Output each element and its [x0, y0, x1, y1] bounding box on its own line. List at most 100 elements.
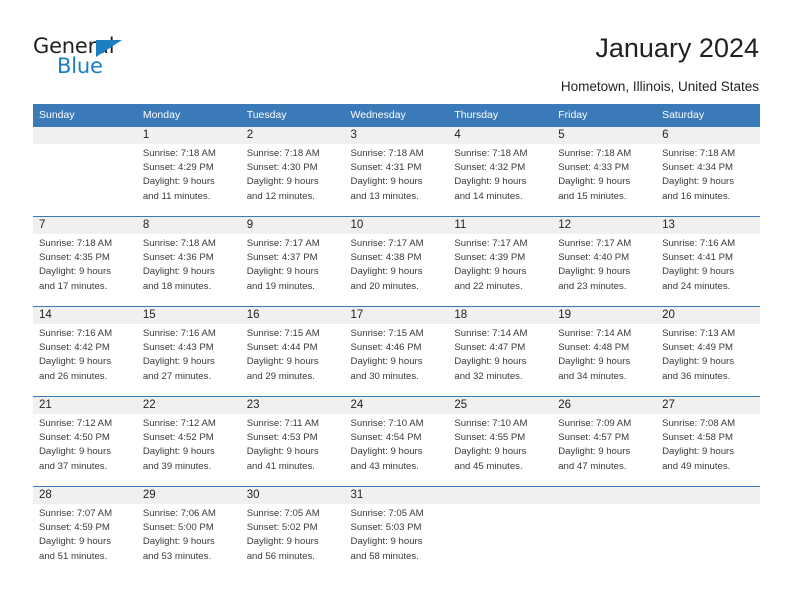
daylight-text-line2: and 26 minutes. — [39, 370, 108, 382]
daylight-text-line2: and 32 minutes. — [454, 370, 523, 382]
daylight-text-line2: and 15 minutes. — [558, 190, 627, 202]
day-number: 27 — [656, 397, 760, 414]
day-cell[interactable]: 5 Sunrise: 7:18 AM Sunset: 4:33 PM Dayli… — [552, 127, 657, 217]
sunrise-text: Sunrise: 7:05 AM — [350, 508, 424, 519]
daylight-text-line2: and 51 minutes. — [39, 550, 108, 562]
day-cell[interactable]: 23 Sunrise: 7:11 AM Sunset: 4:53 PM Dayl… — [240, 396, 345, 487]
calendar-page: General Blue January 2024 Hometown, Illi… — [0, 0, 792, 612]
day-cell[interactable]: 7 Sunrise: 7:18 AM Sunset: 4:35 PM Dayli… — [33, 216, 137, 307]
weekday-header-saturday: Saturday — [656, 104, 760, 127]
sunset-text: Sunset: 5:03 PM — [350, 522, 422, 534]
day-cell[interactable]: 21 Sunrise: 7:12 AM Sunset: 4:50 PM Dayl… — [33, 396, 137, 487]
day-cell[interactable]: 25 Sunrise: 7:10 AM Sunset: 4:55 PM Dayl… — [448, 396, 553, 487]
sunrise-text: Sunrise: 7:18 AM — [558, 148, 632, 159]
day-cell[interactable]: 13 Sunrise: 7:16 AM Sunset: 4:41 PM Dayl… — [656, 216, 760, 307]
sunset-text: Sunset: 4:54 PM — [350, 432, 422, 444]
day-cell[interactable]: 9 Sunrise: 7:17 AM Sunset: 4:37 PM Dayli… — [240, 216, 345, 307]
day-cell[interactable]: 30 Sunrise: 7:05 AM Sunset: 5:02 PM Dayl… — [240, 486, 345, 576]
sunset-text: Sunset: 4:37 PM — [246, 252, 318, 264]
sunrise-text: Sunrise: 7:11 AM — [246, 418, 320, 429]
day-info — [448, 504, 552, 507]
daylight-text-line2: and 58 minutes. — [350, 550, 419, 562]
sunset-text: Sunset: 4:53 PM — [246, 432, 318, 444]
sunset-text: Sunset: 4:42 PM — [39, 342, 110, 354]
day-cell[interactable]: 14 Sunrise: 7:16 AM Sunset: 4:42 PM Dayl… — [33, 306, 137, 397]
day-number: 2 — [240, 127, 345, 144]
day-cell[interactable]: 27 Sunrise: 7:08 AM Sunset: 4:58 PM Dayl… — [656, 396, 760, 487]
day-cell[interactable]: 15 Sunrise: 7:16 AM Sunset: 4:43 PM Dayl… — [136, 306, 241, 397]
day-cell[interactable]: 24 Sunrise: 7:10 AM Sunset: 4:54 PM Dayl… — [344, 396, 449, 487]
sunrise-text: Sunrise: 7:17 AM — [246, 238, 320, 249]
day-cell[interactable]: 20 Sunrise: 7:13 AM Sunset: 4:49 PM Dayl… — [656, 306, 760, 397]
day-number: 24 — [344, 397, 449, 414]
day-cell[interactable]: 17 Sunrise: 7:15 AM Sunset: 4:46 PM Dayl… — [344, 306, 449, 397]
daylight-text-line2: and 12 minutes. — [246, 190, 315, 202]
sunset-text: Sunset: 4:59 PM — [39, 522, 110, 534]
day-info: Sunrise: 7:15 AM Sunset: 4:44 PM Dayligh… — [241, 324, 345, 384]
daylight-text-line2: and 23 minutes. — [558, 280, 627, 292]
day-cell[interactable]: 18 Sunrise: 7:14 AM Sunset: 4:47 PM Dayl… — [448, 306, 553, 397]
day-cell[interactable] — [33, 127, 137, 217]
week-row: 1 Sunrise: 7:18 AM Sunset: 4:29 PM Dayli… — [33, 127, 760, 217]
day-cell[interactable]: 6 Sunrise: 7:18 AM Sunset: 4:34 PM Dayli… — [656, 127, 760, 217]
daylight-text-line2: and 20 minutes. — [350, 280, 419, 292]
day-cell[interactable]: 11 Sunrise: 7:17 AM Sunset: 4:39 PM Dayl… — [448, 216, 553, 307]
day-info — [33, 144, 137, 147]
day-cell[interactable]: 2 Sunrise: 7:18 AM Sunset: 4:30 PM Dayli… — [240, 127, 345, 217]
calendar-body: 1 Sunrise: 7:18 AM Sunset: 4:29 PM Dayli… — [33, 127, 760, 576]
day-info: Sunrise: 7:13 AM Sunset: 4:49 PM Dayligh… — [656, 324, 760, 384]
sunrise-text: Sunrise: 7:16 AM — [142, 328, 216, 339]
daylight-text-line1: Daylight: 9 hours — [246, 446, 319, 458]
daylight-text-line1: Daylight: 9 hours — [454, 446, 527, 458]
day-number — [448, 487, 553, 504]
day-cell[interactable]: 3 Sunrise: 7:18 AM Sunset: 4:31 PM Dayli… — [344, 127, 449, 217]
daylight-text-line1: Daylight: 9 hours — [39, 446, 111, 458]
day-cell[interactable] — [656, 486, 760, 576]
day-number: 25 — [448, 397, 553, 414]
daylight-text-line1: Daylight: 9 hours — [350, 356, 423, 368]
day-cell[interactable] — [448, 486, 553, 576]
day-cell[interactable]: 16 Sunrise: 7:15 AM Sunset: 4:44 PM Dayl… — [240, 306, 345, 397]
weekday-header-monday: Monday — [136, 104, 241, 127]
daylight-text-line2: and 45 minutes. — [454, 460, 523, 472]
sunset-text: Sunset: 4:46 PM — [350, 342, 422, 354]
day-number: 18 — [448, 307, 553, 324]
daylight-text-line2: and 30 minutes. — [350, 370, 419, 382]
sunset-text: Sunset: 4:55 PM — [454, 432, 526, 444]
day-cell[interactable]: 10 Sunrise: 7:17 AM Sunset: 4:38 PM Dayl… — [344, 216, 449, 307]
daylight-text-line1: Daylight: 9 hours — [558, 356, 631, 368]
day-cell[interactable]: 31 Sunrise: 7:05 AM Sunset: 5:03 PM Dayl… — [344, 486, 449, 576]
daylight-text-line1: Daylight: 9 hours — [662, 266, 735, 278]
sunset-text: Sunset: 4:35 PM — [39, 252, 110, 264]
daylight-text-line1: Daylight: 9 hours — [246, 356, 319, 368]
sunrise-text: Sunrise: 7:17 AM — [454, 238, 528, 249]
day-cell[interactable]: 12 Sunrise: 7:17 AM Sunset: 4:40 PM Dayl… — [552, 216, 657, 307]
day-cell[interactable]: 1 Sunrise: 7:18 AM Sunset: 4:29 PM Dayli… — [136, 127, 241, 217]
daylight-text-line2: and 53 minutes. — [142, 550, 212, 562]
day-info: Sunrise: 7:18 AM Sunset: 4:35 PM Dayligh… — [33, 234, 137, 294]
day-cell[interactable]: 26 Sunrise: 7:09 AM Sunset: 4:57 PM Dayl… — [552, 396, 657, 487]
day-info: Sunrise: 7:17 AM Sunset: 4:40 PM Dayligh… — [552, 234, 656, 294]
sunset-text: Sunset: 4:33 PM — [558, 162, 630, 174]
day-cell[interactable]: 8 Sunrise: 7:18 AM Sunset: 4:36 PM Dayli… — [136, 216, 241, 307]
daylight-text-line1: Daylight: 9 hours — [246, 266, 319, 278]
daylight-text-line2: and 17 minutes. — [39, 280, 108, 292]
sunrise-text: Sunrise: 7:09 AM — [558, 418, 632, 429]
day-cell[interactable]: 28 Sunrise: 7:07 AM Sunset: 4:59 PM Dayl… — [33, 486, 137, 576]
daylight-text-line1: Daylight: 9 hours — [454, 176, 527, 188]
daylight-text-line1: Daylight: 9 hours — [350, 176, 423, 188]
day-cell[interactable]: 29 Sunrise: 7:06 AM Sunset: 5:00 PM Dayl… — [136, 486, 241, 576]
day-number: 29 — [136, 487, 241, 504]
day-number: 30 — [240, 487, 345, 504]
day-cell[interactable] — [552, 486, 657, 576]
day-cell[interactable]: 19 Sunrise: 7:14 AM Sunset: 4:48 PM Dayl… — [552, 306, 657, 397]
sunrise-text: Sunrise: 7:18 AM — [142, 148, 216, 159]
day-cell[interactable]: 4 Sunrise: 7:18 AM Sunset: 4:32 PM Dayli… — [448, 127, 553, 217]
sunset-text: Sunset: 4:50 PM — [39, 432, 110, 444]
day-info: Sunrise: 7:17 AM Sunset: 4:39 PM Dayligh… — [448, 234, 552, 294]
sunset-text: Sunset: 4:36 PM — [142, 252, 214, 264]
day-number: 8 — [136, 217, 241, 234]
day-info: Sunrise: 7:16 AM Sunset: 4:43 PM Dayligh… — [137, 324, 241, 384]
day-cell[interactable]: 22 Sunrise: 7:12 AM Sunset: 4:52 PM Dayl… — [136, 396, 241, 487]
daylight-text-line1: Daylight: 9 hours — [246, 536, 319, 548]
